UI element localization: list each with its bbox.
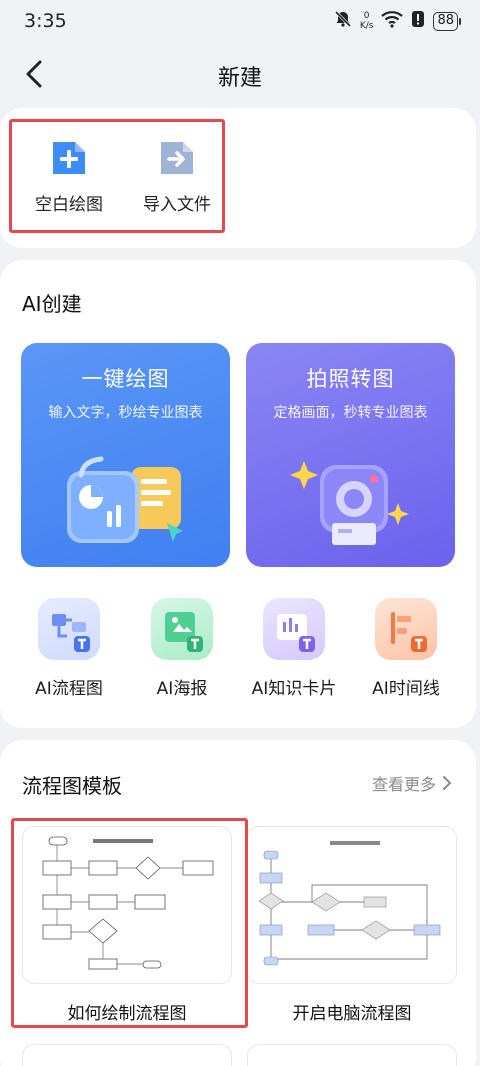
ai-flowchart-button[interactable]: AI流程图 <box>19 598 119 699</box>
photo-to-chart-title: 拍照转图 <box>306 367 395 391</box>
status-bar: 3:35 0 K/s 88 <box>0 0 480 44</box>
net-speed-value: 0 <box>363 11 370 21</box>
battery-indicator: 88 <box>433 11 461 31</box>
ai-section-title: AI创建 <box>22 292 82 316</box>
net-speed: 0 K/s <box>360 11 374 31</box>
template-thumbnail-computer-start[interactable] <box>247 826 457 984</box>
chart-illustration-icon <box>67 456 183 543</box>
photo-to-chart-card[interactable]: 拍照转图 定格画面，秒转专业图表 <box>246 343 455 567</box>
ai-knowledge-card-label: AI知识卡片 <box>251 679 337 699</box>
view-more-link[interactable]: 查看更多 <box>372 771 452 795</box>
wifi-icon <box>381 10 404 32</box>
one-click-drawing-card[interactable]: 一键绘图 输入文字，秒绘专业图表 <box>21 343 230 567</box>
one-click-drawing-title: 一键绘图 <box>81 367 170 391</box>
mute-bell-icon <box>334 10 352 32</box>
blank-drawing-button[interactable]: 空白绘图 <box>19 138 119 215</box>
ai-timeline-label: AI时间线 <box>372 679 440 699</box>
photo-to-chart-desc: 定格画面，秒转专业图表 <box>273 405 428 421</box>
page-title: 新建 <box>217 66 262 91</box>
import-document-icon <box>157 138 197 178</box>
nav-bar: 新建 <box>0 46 480 102</box>
status-icons: 0 K/s 88 <box>334 10 461 32</box>
timeline-icon <box>375 598 437 660</box>
import-file-button[interactable]: 导入文件 <box>127 138 227 215</box>
knowledge-card-icon <box>263 598 325 660</box>
one-click-drawing-desc: 输入文字，秒绘专业图表 <box>48 405 203 421</box>
flowchart-icon <box>38 598 100 660</box>
alert-icon <box>411 10 425 32</box>
poster-icon <box>151 598 213 660</box>
ai-flowchart-label: AI流程图 <box>35 679 103 699</box>
view-more-label: 查看更多 <box>371 775 436 794</box>
ai-timeline-button[interactable]: AI时间线 <box>356 598 456 699</box>
net-speed-unit: K/s <box>359 21 374 31</box>
template-thumbnail-next-right[interactable] <box>247 1044 457 1066</box>
ai-poster-label: AI海报 <box>156 679 208 699</box>
status-time: 3:35 <box>24 10 67 32</box>
flowchart-thumbnail-icon <box>258 841 441 966</box>
chevron-right-icon <box>443 776 452 790</box>
template-section-title: 流程图模板 <box>22 774 122 798</box>
template-highlight <box>11 818 248 1028</box>
camera-illustration-icon <box>290 461 409 545</box>
ai-knowledge-card-button[interactable]: AI知识卡片 <box>244 598 344 699</box>
import-file-label: 导入文件 <box>143 195 211 215</box>
template-thumbnail-next-left[interactable] <box>22 1044 232 1066</box>
blank-drawing-label: 空白绘图 <box>35 195 103 215</box>
plus-document-icon <box>49 138 89 178</box>
ai-poster-button[interactable]: AI海报 <box>132 598 232 699</box>
template-label-computer-start: 开启电脑流程图 <box>292 1004 412 1024</box>
